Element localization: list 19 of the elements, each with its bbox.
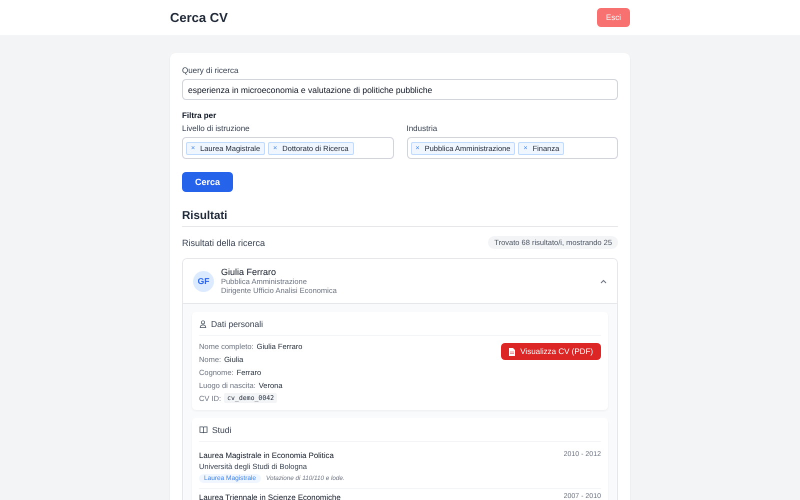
field-label: Query di ricerca xyxy=(182,66,240,75)
book-icon xyxy=(199,426,208,434)
field-label: Industria xyxy=(406,124,438,133)
chevron-icon[interactable] xyxy=(600,278,607,284)
logout-button[interactable]: Esci xyxy=(596,8,630,27)
page-title: Cerca CV xyxy=(170,10,228,25)
card-title: Studi xyxy=(212,425,232,435)
user-icon xyxy=(199,320,207,328)
candidate-name: Giulia Ferraro xyxy=(221,267,278,277)
card-title: Dati personali xyxy=(211,319,263,329)
search-field[interactable]: esperienza in microeconomia e valutazione di politiche pubbliche xyxy=(182,79,618,100)
results-subtitle: Risultati della ricerca xyxy=(182,238,266,248)
avatar: GF xyxy=(193,270,214,292)
section-title: Risultati xyxy=(182,210,618,227)
view-cv-button[interactable]: Visualizza CV (PDF) xyxy=(501,343,601,360)
document-icon xyxy=(509,348,516,356)
field-label: Livello di istruzione xyxy=(182,124,251,133)
filter-title: Filtra per xyxy=(182,111,218,120)
search-button[interactable]: Cerca xyxy=(182,172,233,192)
